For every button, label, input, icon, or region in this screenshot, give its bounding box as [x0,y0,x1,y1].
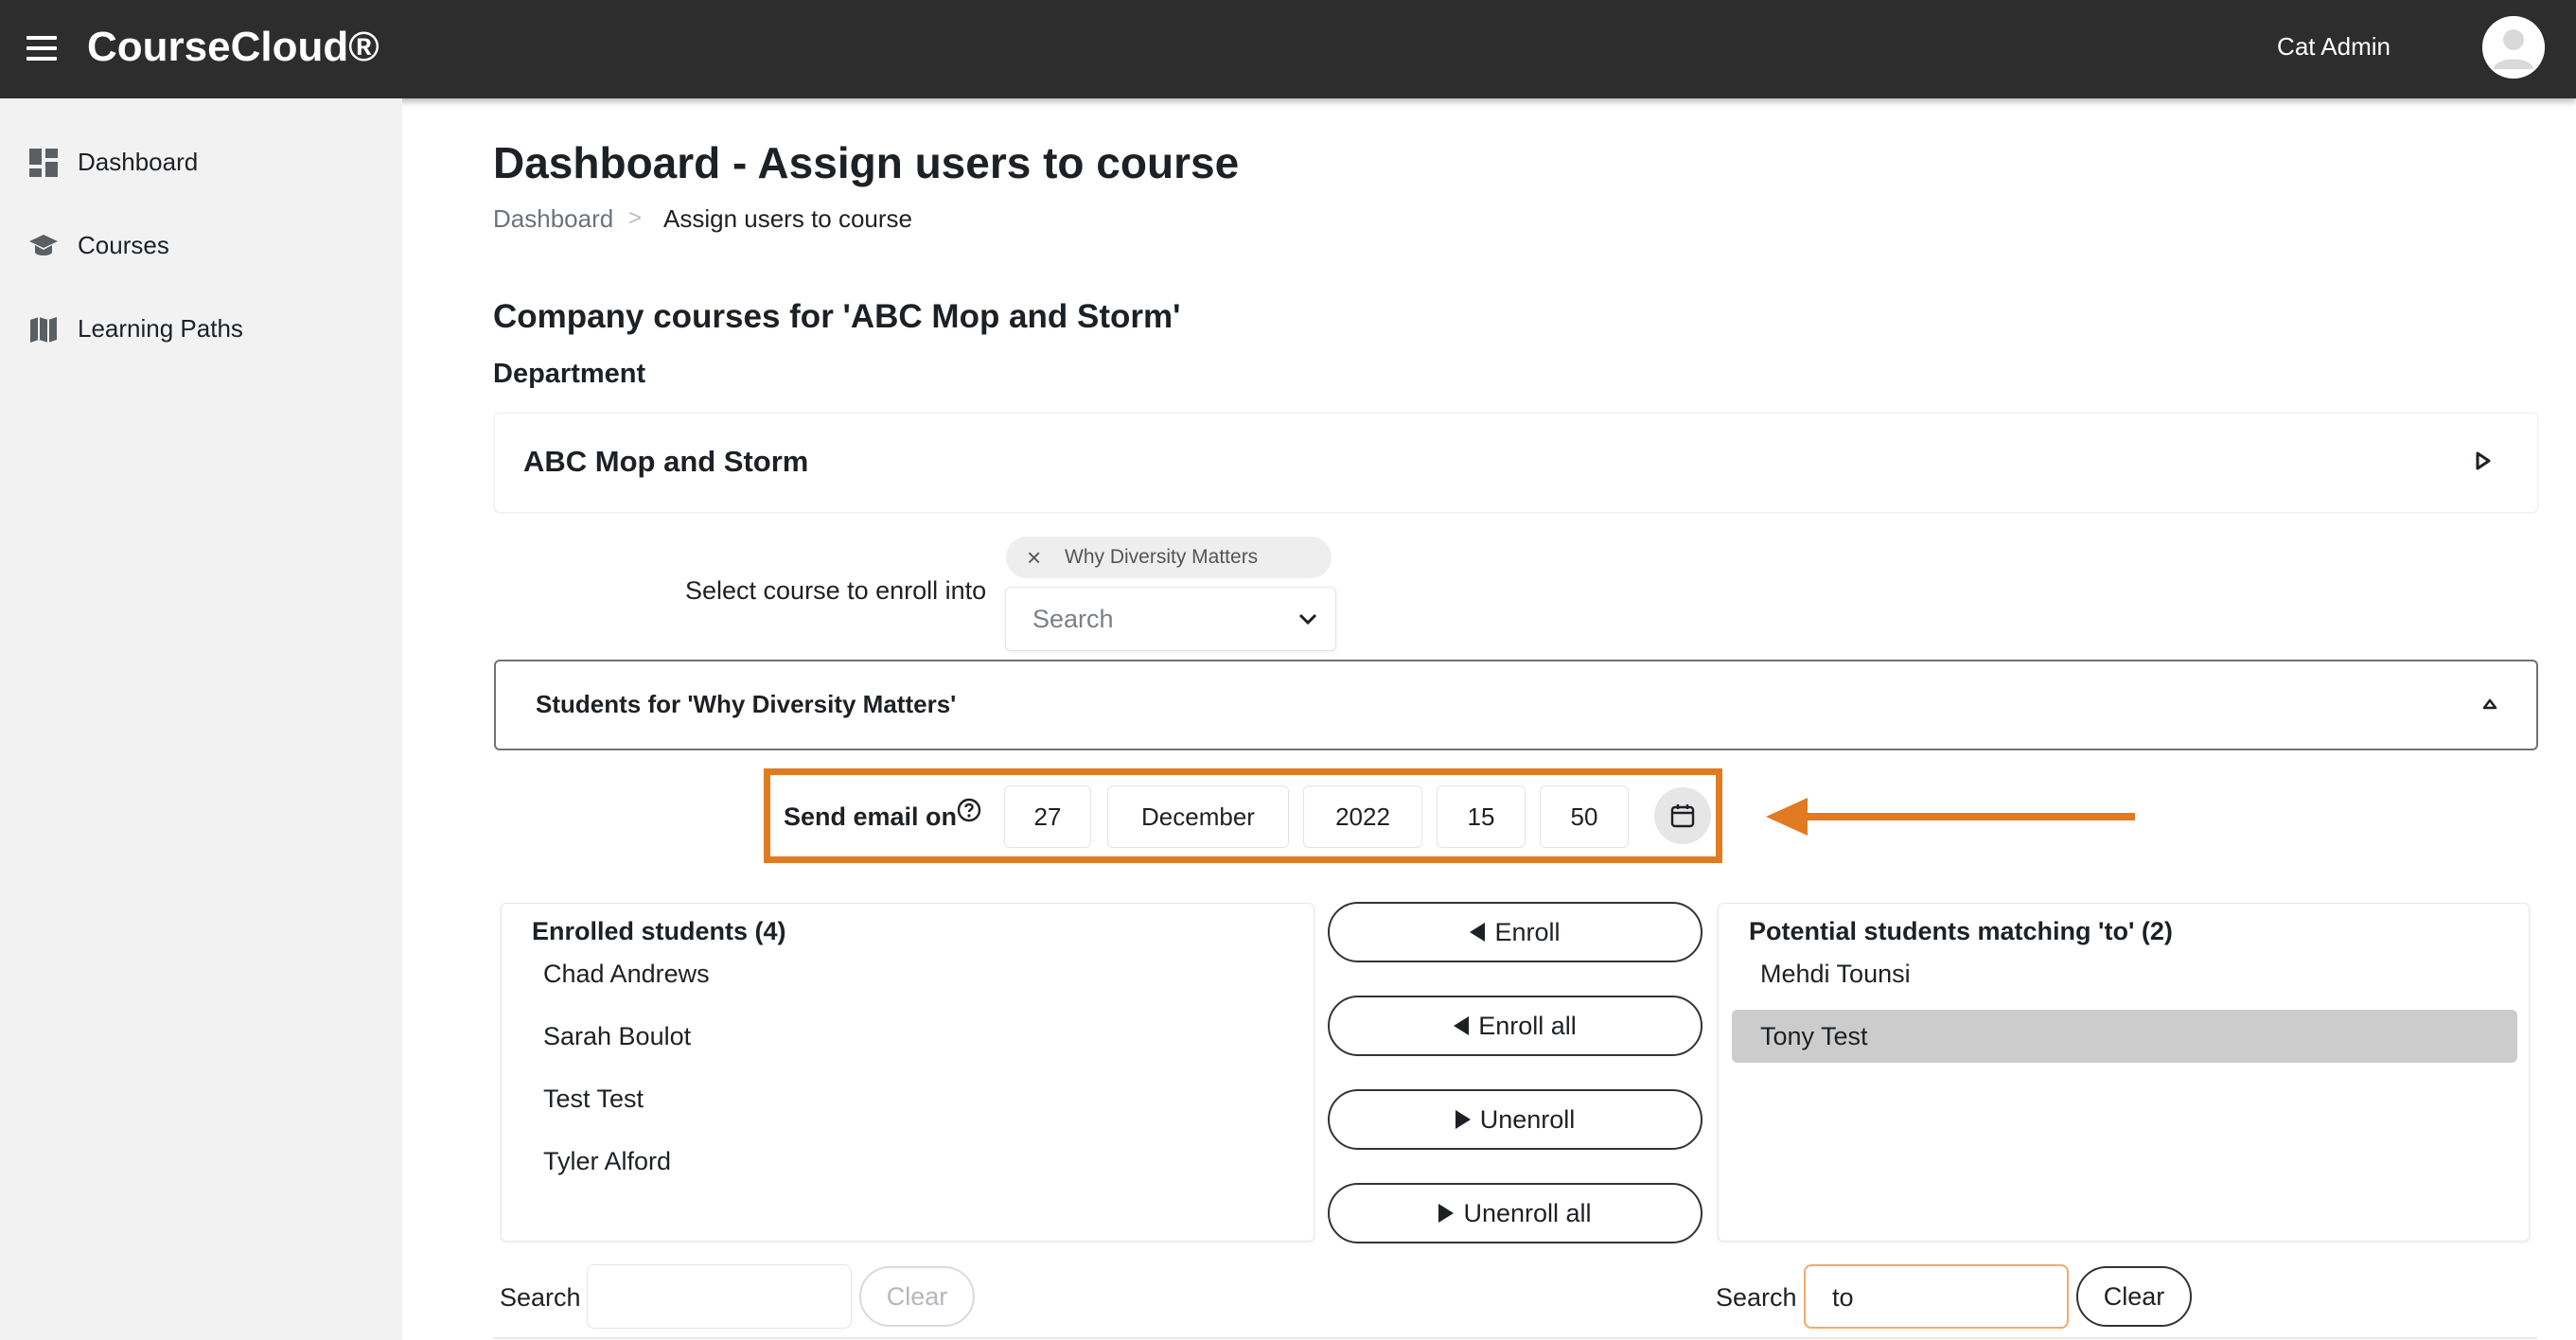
triangle-right-icon [1438,1203,1455,1223]
list-item-selected[interactable]: Tony Test [1732,1010,2517,1063]
enroll-all-button[interactable]: Enroll all [1328,996,1703,1056]
list-item[interactable]: Sarah Boulot [515,1010,1291,1063]
sidebar [0,98,402,1340]
minute-select[interactable]: 50 [1540,785,1629,848]
user-avatar-icon[interactable] [2482,16,2545,79]
course-search-select[interactable]: Search [1005,587,1336,651]
year-select[interactable]: 2022 [1303,785,1422,848]
brand-logo[interactable]: CourseCloud® [87,21,379,74]
enroll-button-label: Enroll [1494,918,1561,946]
map-icon [30,317,57,343]
sidebar-item-courses[interactable]: Courses [0,212,402,278]
hamburger-menu-icon[interactable] [26,36,57,61]
unenroll-button[interactable]: Unenroll [1328,1089,1703,1150]
section-heading: Company courses for 'ABC Mop and Storm' [493,298,1181,335]
top-navbar: CourseCloud® Cat Admin [0,0,2576,98]
enrolled-list-title: Enrolled students (4) [532,917,786,945]
caret-right-icon[interactable] [2471,450,2494,472]
students-panel-title: Students for 'Why Diversity Matters' [536,690,957,718]
dashboard-icon [29,149,58,177]
breadcrumb-current: Assign users to course [663,204,913,233]
user-name[interactable]: Cat Admin [2277,30,2391,62]
potential-clear-button[interactable]: Clear [2076,1266,2192,1327]
calendar-icon [1670,804,1695,828]
unenroll-button-label: Unenroll [1479,1105,1576,1134]
sidebar-item-dashboard[interactable]: Dashboard [0,129,402,195]
unenroll-all-button-label: Unenroll all [1463,1199,1592,1227]
hour-select[interactable]: 15 [1437,785,1526,848]
remove-chip-icon[interactable]: × [1027,542,1041,573]
help-icon[interactable] [956,797,982,823]
department-panel[interactable]: ABC Mop and Storm [494,413,2538,513]
enrolled-search-input[interactable] [587,1264,852,1329]
month-select[interactable]: December [1107,785,1289,848]
potential-students-list[interactable]: Potential students matching 'to' (2) Meh… [1718,903,2530,1242]
potential-search-input[interactable]: to [1804,1264,2069,1329]
chip-label: Why Diversity Matters [1065,546,1259,568]
sidebar-item-learning-paths[interactable]: Learning Paths [0,295,402,361]
triangle-left-icon [1470,922,1486,942]
graduation-cap-icon [29,235,58,256]
breadcrumb-dashboard-link[interactable]: Dashboard [493,203,613,235]
sidebar-item-label: Learning Paths [78,314,243,343]
list-item[interactable]: Mehdi Tounsi [1732,947,2517,1000]
breadcrumb-separator-icon: > [628,205,643,231]
department-name: ABC Mop and Storm [523,445,809,478]
enrolled-clear-button[interactable]: Clear [859,1266,975,1327]
annotation-arrow-icon [1766,798,2135,836]
triangle-right-icon [1455,1109,1471,1129]
department-label: Department [493,359,646,389]
potential-list-title: Potential students matching 'to' (2) [1749,917,2173,945]
enrolled-students-list[interactable]: Enrolled students (4) Chad Andrews Sarah… [501,903,1314,1242]
selected-course-chip[interactable]: × Why Diversity Matters [1006,537,1332,578]
list-item[interactable]: Tyler Alford [515,1135,1291,1188]
potential-search-label: Search [1716,1283,1797,1312]
divider [493,1337,2537,1339]
enrolled-search-label: Search [500,1283,581,1312]
students-panel-header[interactable]: Students for 'Why Diversity Matters' [494,660,2538,750]
unenroll-all-button[interactable]: Unenroll all [1328,1183,1703,1243]
page-title: Dashboard - Assign users to course [493,138,1240,187]
list-item[interactable]: Test Test [515,1072,1291,1125]
triangle-left-icon [1454,1015,1470,1035]
send-email-label: Send email on [784,802,958,831]
chevron-down-icon [1298,613,1317,626]
day-select[interactable]: 27 [1004,785,1091,848]
enroll-button[interactable]: Enroll [1328,902,1703,962]
sidebar-item-label: Dashboard [78,148,199,176]
caret-up-icon[interactable] [2479,694,2500,714]
list-item[interactable]: Chad Andrews [515,947,1291,1000]
course-search-placeholder: Search [1032,605,1114,633]
course-select-label: Select course to enroll into [685,576,987,605]
enroll-all-button-label: Enroll all [1478,1012,1577,1040]
calendar-button[interactable] [1654,787,1711,844]
sidebar-item-label: Courses [78,231,169,259]
